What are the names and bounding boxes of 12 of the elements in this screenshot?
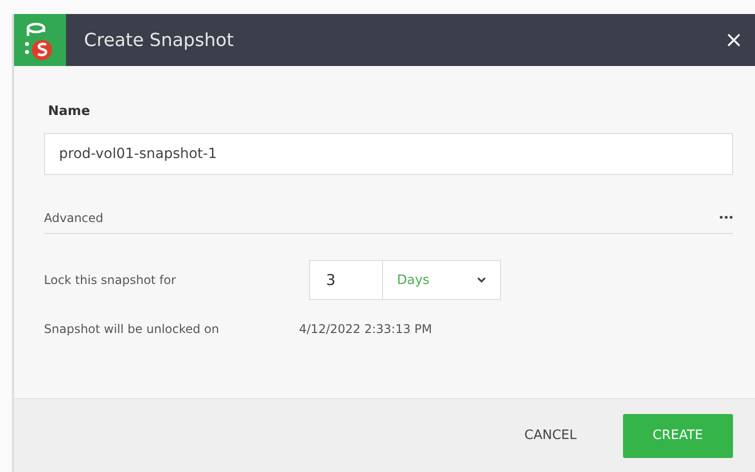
amount-input-field[interactable]: 3 [309,260,383,300]
name-input-field[interactable]: prod-vol01-snapshot-1 [44,133,733,175]
window-title: Create Snapshot [84,30,235,50]
row-label: Snapshot will be unlocked on [44,322,220,336]
row-label: Lock this snapshot for [44,273,177,287]
field-label: Name [48,104,92,119]
close-button[interactable]: × [720,28,747,52]
unlock-date: 4/12/2022 2:33:13 PM [299,322,432,336]
cancel-button[interactable]: CANCEL [518,414,583,458]
chevron-icon [477,277,486,283]
more-button[interactable]: ••• [718,212,733,224]
section-label: Advanced [44,211,104,225]
